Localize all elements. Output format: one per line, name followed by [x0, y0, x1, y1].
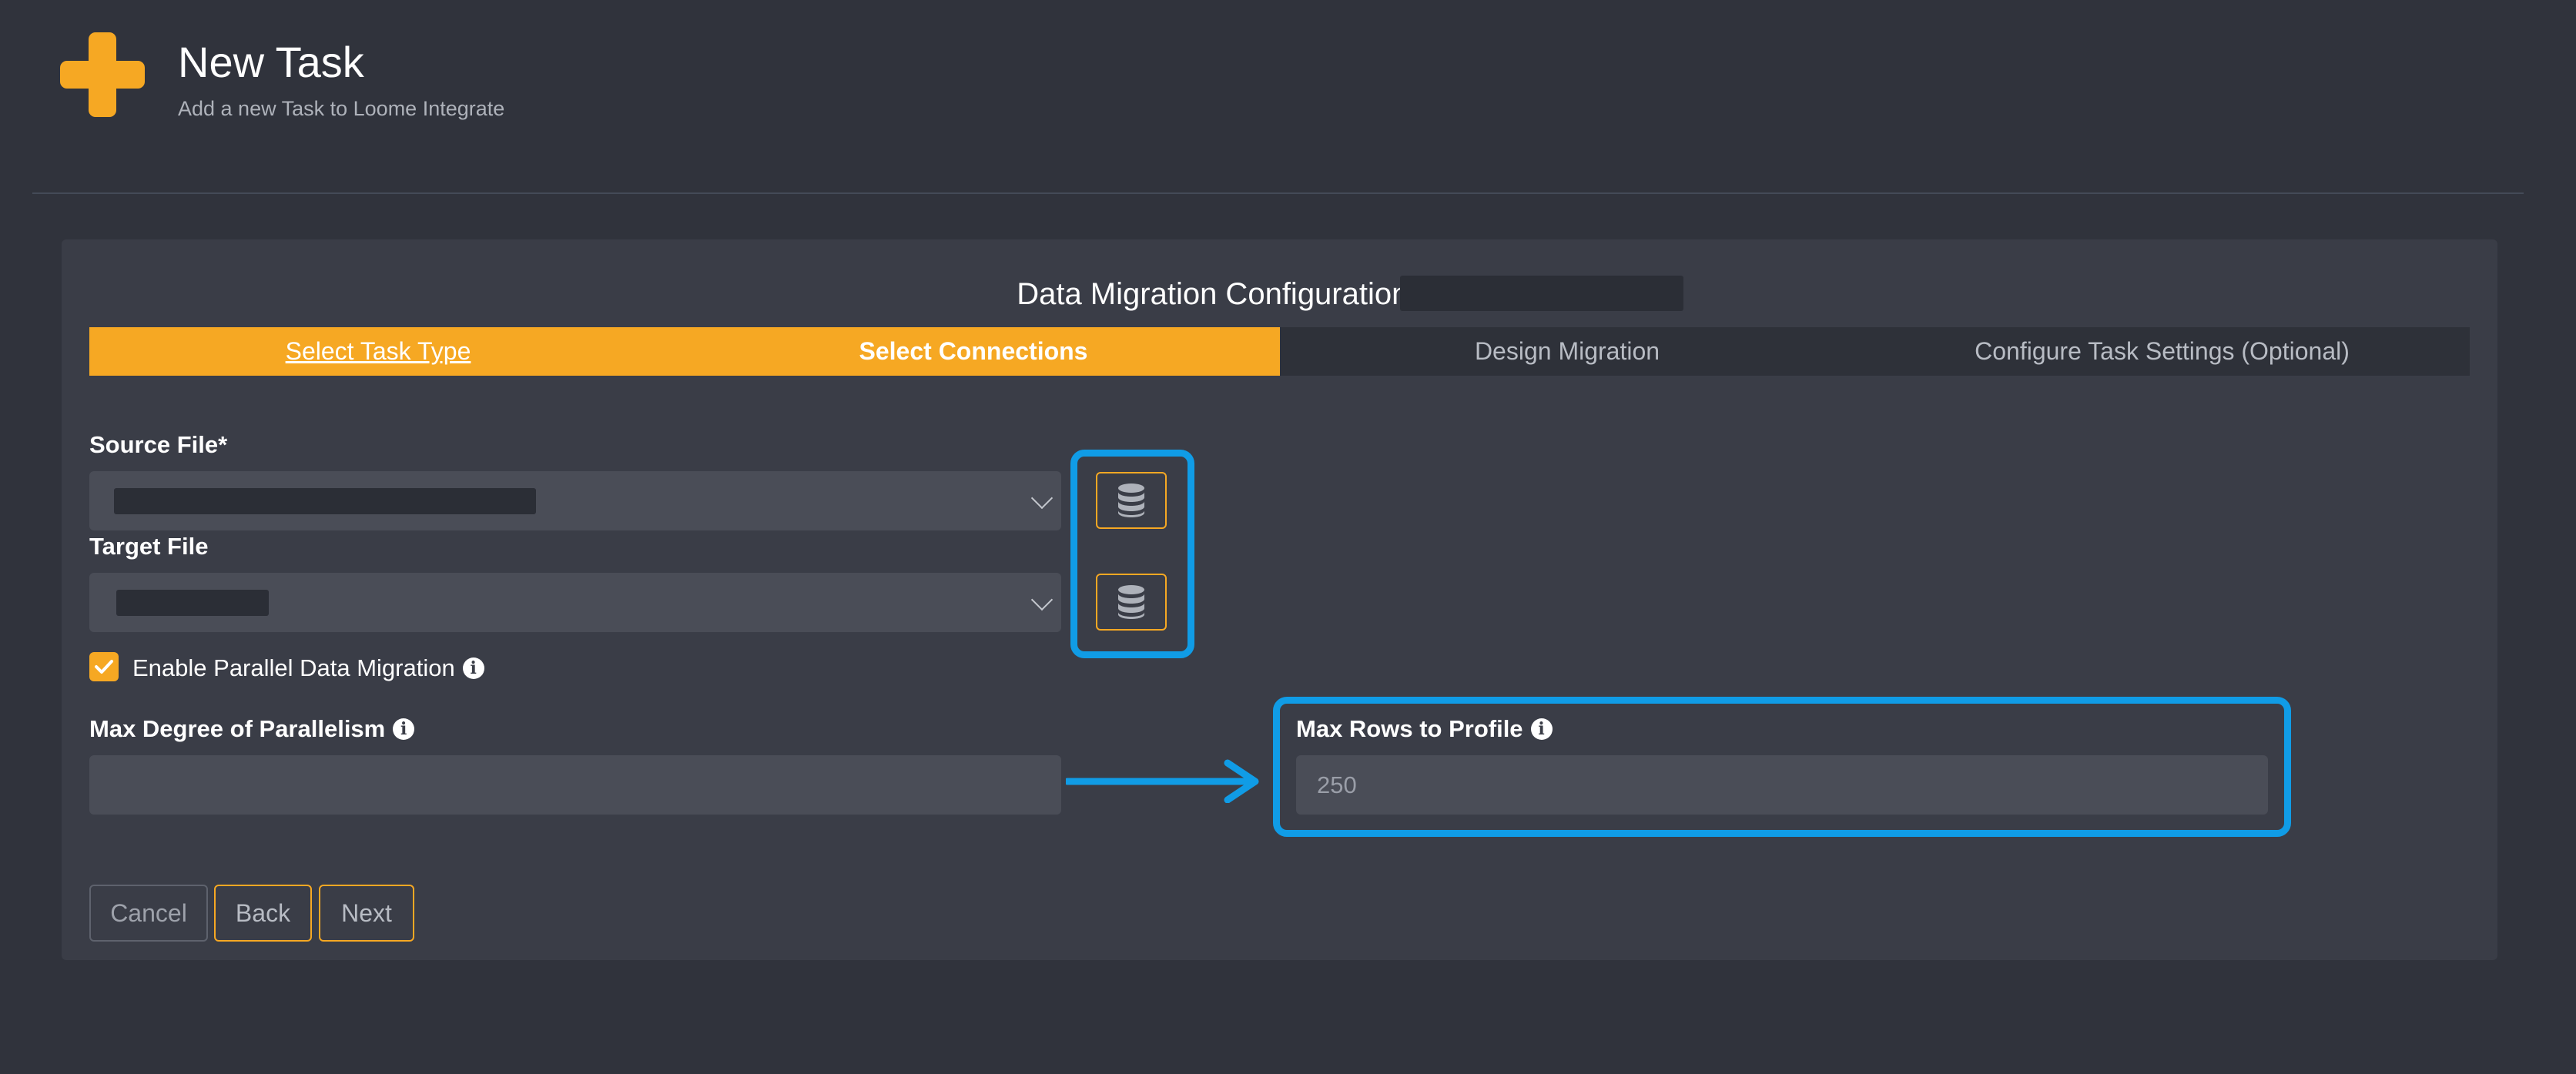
task-name-redacted — [1400, 276, 1683, 311]
parallel-checkbox-label: Enable Parallel Data Migration i — [132, 653, 484, 684]
cancel-button[interactable]: Cancel — [89, 885, 208, 942]
parallel-checkbox-label-text: Enable Parallel Data Migration — [132, 654, 455, 681]
target-file-value-redacted — [116, 590, 269, 616]
source-file-label-text: Source File* — [89, 431, 228, 458]
step-configure-task-settings-label: Configure Task Settings (Optional) — [1975, 337, 2350, 365]
step-design-migration-label: Design Migration — [1474, 337, 1660, 365]
info-icon[interactable]: i — [462, 657, 484, 679]
target-file-label: Target File — [89, 531, 208, 562]
max-degree-input[interactable] — [89, 755, 1061, 815]
source-connection-button[interactable] — [1096, 472, 1167, 529]
target-connection-button[interactable] — [1096, 574, 1167, 631]
step-select-task-type[interactable]: Select Task Type — [89, 327, 667, 376]
max-rows-input[interactable]: 250 — [1296, 755, 2268, 815]
next-button[interactable]: Next — [319, 885, 414, 942]
step-design-migration: Design Migration — [1280, 327, 1854, 376]
database-icon — [1118, 483, 1144, 517]
source-file-select[interactable] — [89, 471, 1061, 530]
info-icon[interactable]: i — [393, 718, 415, 740]
max-rows-label: Max Rows to Profile i — [1296, 714, 1553, 744]
page-subtitle: Add a new Task to Loome Integrate — [178, 97, 505, 120]
max-degree-label-text: Max Degree of Parallelism — [89, 715, 386, 742]
checkmark-icon — [95, 660, 113, 674]
cancel-button-label: Cancel — [110, 898, 187, 927]
next-button-label: Next — [341, 898, 392, 927]
max-rows-value: 250 — [1317, 771, 1357, 798]
back-button-label: Back — [235, 898, 291, 927]
target-file-label-text: Target File — [89, 533, 209, 560]
step-configure-task-settings: Configure Task Settings (Optional) — [1854, 327, 2470, 376]
chevron-down-icon — [1030, 588, 1054, 611]
back-button[interactable]: Back — [214, 885, 312, 942]
plus-icon-bar — [60, 61, 145, 89]
source-file-value-redacted — [114, 488, 536, 514]
max-rows-label-text: Max Rows to Profile — [1296, 715, 1523, 742]
target-file-select[interactable] — [89, 573, 1061, 632]
parallel-checkbox[interactable] — [89, 652, 119, 681]
arrow-right-icon — [1066, 759, 1259, 803]
max-degree-label: Max Degree of Parallelism i — [89, 714, 415, 744]
source-file-label: Source File* — [89, 430, 227, 460]
info-icon[interactable]: i — [1530, 718, 1553, 740]
page-title: New Task — [178, 38, 364, 86]
header-divider — [32, 192, 2524, 194]
database-icon — [1118, 585, 1144, 619]
chevron-down-icon — [1030, 487, 1054, 510]
step-select-connections-label: Select Connections — [859, 337, 1088, 365]
step-select-connections: Select Connections — [667, 327, 1280, 376]
step-select-task-type-label[interactable]: Select Task Type — [286, 337, 471, 366]
